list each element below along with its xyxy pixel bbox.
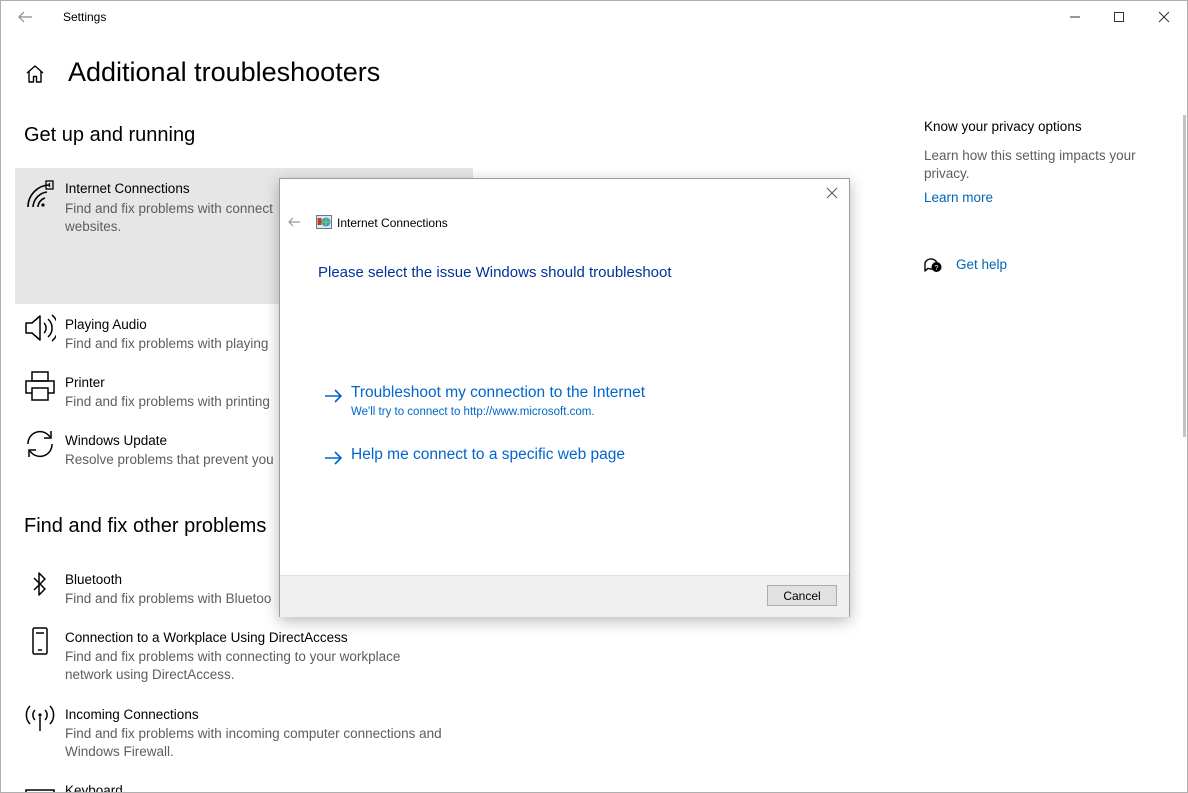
option-label: Help me connect to a specific web page — [351, 446, 625, 463]
privacy-title: Know your privacy options — [924, 119, 1082, 134]
dialog-footer: Cancel — [280, 575, 849, 617]
troubleshooter-incoming-connections[interactable]: Incoming Connections Find and fix proble… — [15, 700, 473, 766]
chat-help-icon: ? — [923, 256, 943, 274]
arrow-right-icon — [325, 389, 343, 403]
back-arrow-icon[interactable] — [16, 8, 34, 26]
item-name: Windows Update — [65, 433, 168, 448]
keyboard-icon — [24, 782, 56, 793]
item-name: Internet Connections — [65, 181, 190, 196]
dialog-back-button[interactable] — [287, 215, 301, 232]
item-desc: Find and fix problems with connecting to… — [65, 649, 401, 682]
scrollbar[interactable] — [1183, 115, 1186, 437]
dialog-heading: Please select the issue Windows should t… — [318, 264, 672, 281]
home-icon[interactable] — [24, 63, 46, 85]
learn-more-link[interactable]: Learn more — [924, 190, 993, 205]
get-help-link[interactable]: Get help — [956, 257, 1007, 272]
option-label: Troubleshoot my connection to the Intern… — [351, 384, 646, 401]
option-sublabel: We'll try to connect to http://www.micro… — [351, 406, 595, 418]
cancel-button[interactable]: Cancel — [767, 585, 837, 606]
troubleshooter-keyboard[interactable]: Keyboard — [15, 776, 473, 793]
maximize-button[interactable] — [1107, 6, 1131, 28]
troubleshooter-dialog: Internet Connections Please select the i… — [279, 178, 850, 617]
printer-icon — [24, 370, 56, 402]
window-title: Settings — [63, 10, 107, 24]
privacy-desc: Learn how this setting impacts your priv… — [924, 148, 1136, 181]
network-troubleshooter-icon — [316, 215, 332, 229]
item-desc: Find and fix problems with incoming comp… — [65, 726, 442, 759]
dialog-title: Internet Connections — [337, 216, 448, 230]
item-name: Printer — [65, 375, 105, 390]
minimize-icon — [1070, 16, 1080, 18]
bluetooth-icon — [24, 568, 56, 600]
troubleshooter-directaccess[interactable]: Connection to a Workplace Using DirectAc… — [15, 623, 473, 689]
item-name: Incoming Connections — [65, 707, 199, 722]
close-icon — [826, 187, 838, 199]
page-title: Additional troubleshooters — [68, 57, 381, 87]
minimize-button[interactable] — [1063, 6, 1087, 28]
item-name: Connection to a Workplace Using DirectAc… — [65, 630, 348, 645]
dialog-close-button[interactable] — [824, 185, 840, 201]
section-heading-other: Find and fix other problems — [24, 515, 267, 537]
item-name: Bluetooth — [65, 572, 123, 587]
antenna-icon — [24, 702, 56, 734]
back-arrow-icon — [288, 217, 300, 227]
close-icon — [1158, 11, 1170, 23]
section-heading-running: Get up and running — [24, 124, 196, 146]
speaker-icon — [24, 312, 56, 344]
phone-device-icon — [24, 625, 56, 657]
item-name: Playing Audio — [65, 317, 147, 332]
svg-text:?: ? — [935, 265, 939, 272]
item-name: Keyboard — [65, 783, 123, 793]
close-button[interactable] — [1152, 6, 1176, 28]
arrow-right-icon — [325, 451, 343, 465]
title-bar: Settings — [0, 0, 1188, 34]
sync-icon — [24, 428, 56, 460]
maximize-icon — [1114, 12, 1124, 22]
wifi-icon — [24, 178, 56, 210]
